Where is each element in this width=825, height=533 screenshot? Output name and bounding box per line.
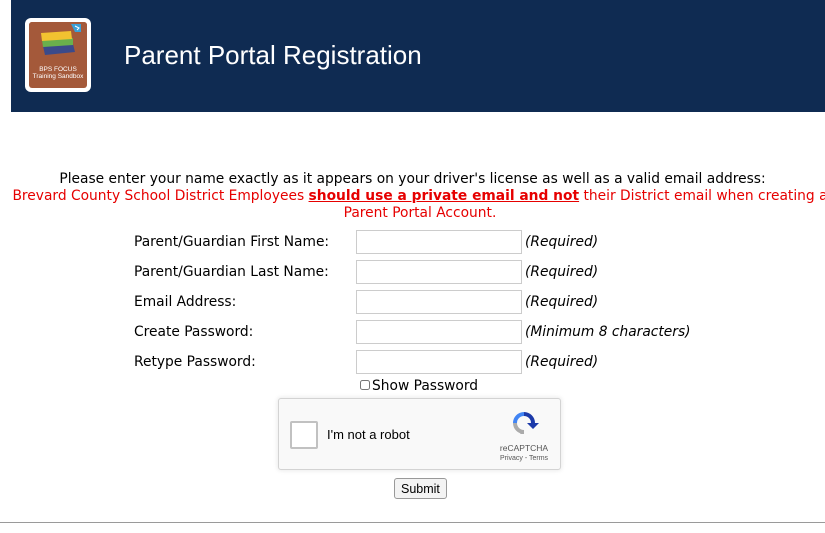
create-password-row: Create Password: (Minimum 8 characters) [0,320,825,346]
first-name-row: Parent/Guardian First Name: (Required) [0,230,825,256]
retype-password-row: Retype Password: (Required) [0,350,825,376]
last-name-field[interactable] [356,260,522,284]
employee-warning: Brevard County School District Employees… [0,188,825,222]
header-bar: BPS FOCUS Training Sandbox Parent Portal… [11,0,825,112]
bps-focus-logo: BPS FOCUS Training Sandbox [25,18,91,92]
logo-background: BPS FOCUS Training Sandbox [29,22,87,88]
warning-emphasis: should use a private email and not [308,188,580,204]
show-password-toggle[interactable]: Show Password [360,378,478,394]
logo-text: BPS FOCUS Training Sandbox [32,66,84,80]
retype-password-hint: (Required) [525,354,599,370]
email-field[interactable] [356,290,522,314]
submit-button[interactable]: Submit [394,478,447,499]
footer-divider [0,522,825,523]
email-row: Email Address: (Required) [0,290,825,316]
recaptcha-privacy-terms[interactable]: Privacy - Terms [489,455,559,462]
recaptcha-widget: I'm not a robot reCAPTCHA Privacy - Term… [278,398,561,470]
create-password-hint: (Minimum 8 characters) [525,324,691,340]
recaptcha-brand: reCAPTCHA [499,443,549,453]
warning-text-start: Brevard County School District Employees [12,188,309,204]
first-name-hint: (Required) [525,234,599,250]
recaptcha-label: I'm not a robot [327,427,410,442]
page-title: Parent Portal Registration [124,40,422,70]
recaptcha-checkbox[interactable] [290,421,318,449]
last-name-hint: (Required) [525,264,599,280]
create-password-field[interactable] [356,320,522,344]
first-name-label: Parent/Guardian First Name: [134,234,330,250]
email-label: Email Address: [134,294,237,310]
first-name-field[interactable] [356,230,522,254]
show-password-label: Show Password [372,378,479,394]
last-name-label: Parent/Guardian Last Name: [134,264,329,280]
retype-password-label: Retype Password: [134,354,256,370]
last-name-row: Parent/Guardian Last Name: (Required) [0,260,825,286]
show-password-checkbox[interactable] [360,380,370,390]
intro-text: Please enter your name exactly as it app… [59,171,766,187]
retype-password-field[interactable] [356,350,522,374]
create-password-label: Create Password: [134,324,254,340]
book-stack-icon [29,22,87,66]
email-hint: (Required) [525,294,599,310]
recaptcha-logo-icon [513,412,539,434]
